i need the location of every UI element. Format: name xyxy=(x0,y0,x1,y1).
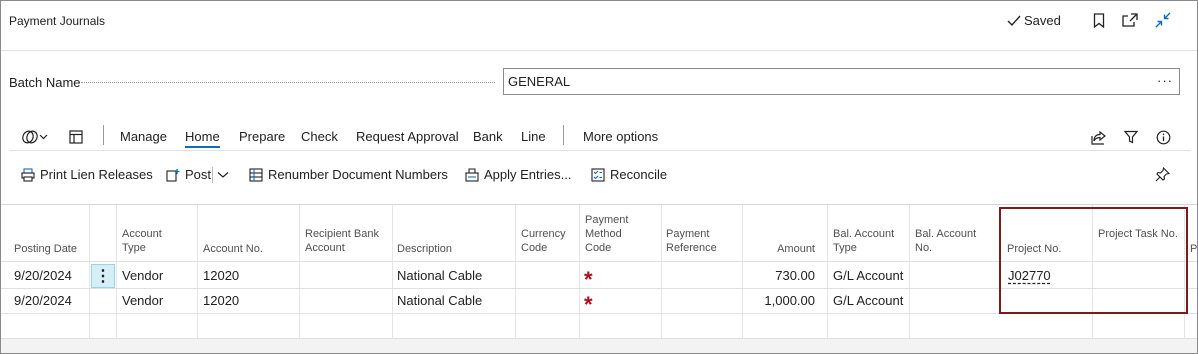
column-header-account-type[interactable]: Account Type xyxy=(122,227,182,255)
batch-name-lookup-button[interactable]: ··· xyxy=(1157,68,1173,93)
open-in-new-window-icon[interactable] xyxy=(1122,12,1138,28)
renumber-document-numbers-button[interactable]: Renumber Document Numbers xyxy=(249,167,448,182)
copilot-icon xyxy=(22,130,48,144)
action-bar-divider xyxy=(103,125,104,145)
title-bar: Payment Journals Saved xyxy=(1,1,1197,51)
collapse-icon[interactable] xyxy=(1155,12,1171,28)
bal-account-type-cell[interactable]: G/L Account xyxy=(833,268,903,283)
post-button[interactable]: Post xyxy=(166,167,211,182)
row-actions-button[interactable]: ⋮ xyxy=(91,264,115,288)
print-lien-releases-button[interactable]: Print Lien Releases xyxy=(21,167,153,182)
bookmark-icon[interactable] xyxy=(1091,12,1107,28)
filter-icon[interactable] xyxy=(1122,128,1140,146)
column-divider xyxy=(89,205,90,340)
required-field-indicator[interactable]: * xyxy=(584,294,593,316)
column-header-currency-code[interactable]: Currency Code xyxy=(521,227,571,255)
post-label: Post xyxy=(185,167,212,182)
column-header-amount[interactable]: Amount xyxy=(747,242,815,256)
chevron-down-icon xyxy=(217,172,229,178)
tab-manage[interactable]: Manage xyxy=(120,129,167,144)
apply-entries-icon xyxy=(465,167,479,182)
action-bar: Manage Home Prepare Check Request Approv… xyxy=(9,121,1191,151)
print-icon xyxy=(21,167,35,182)
column-divider xyxy=(197,205,198,340)
amount-cell[interactable]: 1,000.00 xyxy=(747,293,815,308)
share-icon[interactable] xyxy=(1090,128,1108,146)
tab-bank[interactable]: Bank xyxy=(473,129,503,144)
apply-entries-button[interactable]: Apply Entries... xyxy=(465,167,571,182)
page-view-icon[interactable] xyxy=(67,128,85,146)
saved-status: Saved xyxy=(1007,13,1061,28)
saved-label: Saved xyxy=(1024,13,1061,28)
batch-name-field[interactable]: GENERAL ··· xyxy=(503,68,1180,95)
post-dropdown-button[interactable] xyxy=(217,171,229,179)
column-header-description[interactable]: Description xyxy=(397,242,452,256)
column-header-account-no[interactable]: Account No. xyxy=(203,242,263,256)
column-header-bal-account-type[interactable]: Bal. Account Type xyxy=(833,227,903,255)
bal-account-type-cell[interactable]: G/L Account xyxy=(833,293,903,308)
column-header-recipient-bank-account[interactable]: Recipient Bank Account xyxy=(305,227,385,255)
page-title: Payment Journals xyxy=(9,14,106,28)
description-cell[interactable]: National Cable xyxy=(397,268,482,283)
renumber-label: Renumber Document Numbers xyxy=(268,167,448,182)
batch-name-label: Batch Name xyxy=(9,75,81,90)
apply-entries-label: Apply Entries... xyxy=(484,167,572,182)
column-header-bal-account-no[interactable]: Bal. Account No. xyxy=(915,227,985,255)
renumber-icon xyxy=(249,167,263,182)
checkmark-icon xyxy=(1007,15,1021,26)
post-icon xyxy=(166,168,180,182)
column-divider xyxy=(909,205,910,340)
tab-request-approval[interactable]: Request Approval xyxy=(356,129,459,144)
account-type-cell[interactable]: Vendor xyxy=(122,268,163,283)
grid-footer xyxy=(1,338,1197,353)
split-button-divider xyxy=(212,167,213,183)
required-field-indicator[interactable]: * xyxy=(584,269,593,291)
reconcile-label: Reconcile xyxy=(610,167,668,182)
reconcile-icon xyxy=(591,167,605,182)
column-divider xyxy=(116,205,117,340)
description-cell[interactable]: National Cable xyxy=(397,293,482,308)
column-divider xyxy=(392,205,393,340)
column-header-posting-date[interactable]: Posting Date xyxy=(14,242,77,256)
account-no-cell[interactable]: 12020 xyxy=(203,293,239,308)
project-columns-highlight xyxy=(999,207,1188,314)
column-header-payment-method-code[interactable]: Payment Method Code xyxy=(585,213,645,255)
posting-date-cell[interactable]: 9/20/2024 xyxy=(14,293,72,308)
column-header-truncated[interactable]: P xyxy=(1190,242,1197,256)
column-divider xyxy=(515,205,516,340)
column-divider xyxy=(579,205,580,340)
print-lien-releases-label: Print Lien Releases xyxy=(40,167,153,182)
account-type-cell[interactable]: Vendor xyxy=(122,293,163,308)
batch-name-value: GENERAL xyxy=(508,74,571,89)
account-no-cell[interactable]: 12020 xyxy=(203,268,239,283)
tab-line[interactable]: Line xyxy=(521,129,546,144)
promoted-actions: Print Lien Releases Post Renumber Docume… xyxy=(9,161,1191,189)
posting-date-cell[interactable]: 9/20/2024 xyxy=(14,268,72,283)
tab-prepare[interactable]: Prepare xyxy=(239,129,285,144)
more-options-button[interactable]: More options xyxy=(583,129,658,144)
column-divider xyxy=(299,205,300,340)
amount-cell[interactable]: 730.00 xyxy=(747,268,815,283)
tab-check[interactable]: Check xyxy=(301,129,338,144)
info-icon[interactable] xyxy=(1154,128,1172,146)
column-divider xyxy=(827,205,828,340)
payment-journals-window: Payment Journals Saved Batch Name GENERA… xyxy=(0,0,1198,354)
copilot-menu-button[interactable] xyxy=(21,128,51,146)
column-divider xyxy=(661,205,662,340)
reconcile-button[interactable]: Reconcile xyxy=(591,167,667,182)
tab-home[interactable]: Home xyxy=(185,129,220,148)
batch-name-leader xyxy=(81,82,495,83)
column-header-payment-reference[interactable]: Payment Reference xyxy=(666,227,736,255)
pin-action-bar-icon[interactable] xyxy=(1155,167,1170,182)
column-divider xyxy=(742,205,743,340)
action-bar-divider xyxy=(563,125,564,145)
